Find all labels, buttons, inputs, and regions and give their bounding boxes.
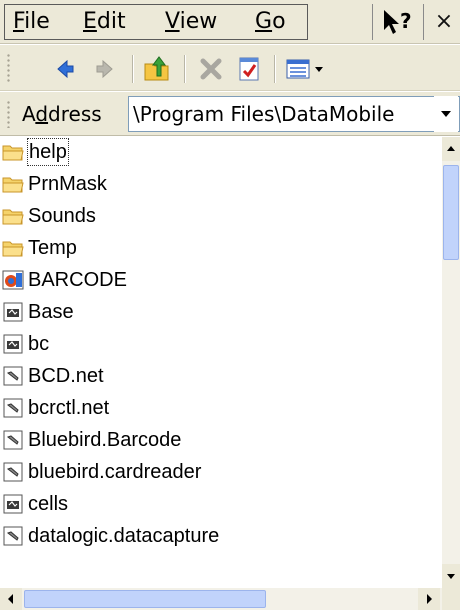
forward-arrow-icon (96, 59, 113, 79)
menu-edit[interactable]: Edit (83, 9, 126, 35)
menu-go[interactable]: Go (255, 9, 286, 35)
file-name: help (27, 138, 69, 166)
toolbar-separator (132, 55, 134, 83)
file-list[interactable]: help PrnMask Sounds Temp BARCODE Base bc BCD.ne… (0, 137, 442, 588)
context-help-button[interactable]: ? (372, 4, 424, 40)
scrollbar-corner (442, 588, 460, 610)
file-name: cells (28, 493, 69, 515)
vertical-scroll-thumb[interactable] (443, 165, 459, 260)
file-name: datalogic.datacapture (28, 525, 220, 547)
file-name: Base (28, 301, 74, 323)
file-name: BARCODE (28, 269, 127, 291)
file-list-item[interactable]: Temp (0, 233, 442, 263)
document-icon (2, 334, 24, 354)
file-list-item[interactable]: PrnMask (0, 169, 442, 199)
chevron-down-icon (447, 574, 455, 579)
view-menu-button[interactable] (284, 54, 330, 84)
folder-icon (2, 142, 24, 162)
forward-button[interactable] (90, 54, 120, 84)
up-folder-icon (144, 56, 169, 81)
horizontal-scrollbar[interactable] (0, 588, 442, 610)
horizontal-scroll-thumb[interactable] (24, 590, 266, 608)
folder-icon (2, 238, 24, 258)
file-list-item[interactable]: Bluebird.Barcode (0, 425, 442, 455)
delete-icon (200, 58, 222, 80)
file-list-item[interactable]: datalogic.datacapture (0, 521, 442, 551)
library-icon (2, 366, 24, 386)
properties-button[interactable] (234, 54, 264, 84)
file-list-item[interactable]: cells (0, 489, 442, 519)
library-icon (2, 526, 24, 546)
address-dropdown-button[interactable] (434, 96, 458, 132)
document-icon (2, 302, 24, 322)
file-list-item[interactable]: help (0, 137, 442, 167)
svg-text:?: ? (400, 9, 412, 33)
chevron-up-icon (447, 146, 455, 151)
file-list-item[interactable]: bluebird.cardreader (0, 457, 442, 487)
address-bar: Address \Program Files\DataMobile (0, 92, 460, 136)
scroll-up-button[interactable] (442, 137, 460, 161)
back-arrow-icon (57, 59, 74, 79)
file-name: Temp (28, 237, 77, 259)
file-name: bcrctl.net (28, 397, 110, 419)
folder-icon (2, 174, 24, 194)
file-name: Sounds (28, 205, 96, 227)
context-help-icon: ? (384, 9, 412, 34)
file-list-item[interactable]: bcrctl.net (0, 393, 442, 423)
menu-bar: File Edit View Go ? × (0, 0, 460, 44)
file-name: PrnMask (28, 173, 107, 195)
vertical-scrollbar[interactable] (442, 137, 460, 588)
back-button[interactable] (50, 54, 80, 84)
file-list-item[interactable]: Base (0, 297, 442, 327)
scroll-down-button[interactable] (442, 564, 460, 588)
menu-view[interactable]: View (165, 9, 217, 35)
properties-icon (239, 57, 259, 81)
library-icon (2, 430, 24, 450)
chevron-left-icon (8, 594, 13, 604)
chevron-right-icon (427, 594, 432, 604)
toolbar (0, 45, 460, 91)
scroll-left-button[interactable] (0, 588, 22, 610)
scroll-right-button[interactable] (418, 588, 440, 610)
file-list-item[interactable]: BARCODE (0, 265, 442, 295)
file-name: bc (28, 333, 50, 355)
toolbar-grip[interactable] (6, 53, 11, 83)
folder-icon (2, 206, 24, 226)
view-menu-icon (286, 59, 323, 79)
menu-group: File Edit View Go (4, 4, 308, 40)
file-name: Bluebird.Barcode (28, 429, 182, 451)
file-name: bluebird.cardreader (28, 461, 202, 483)
close-button[interactable]: × (430, 4, 458, 40)
up-folder-button[interactable] (142, 54, 172, 84)
file-list-item[interactable]: Sounds (0, 201, 442, 231)
address-input[interactable]: \Program Files\DataMobile (128, 96, 460, 132)
document-icon (2, 494, 24, 514)
toolbar-separator (274, 55, 276, 83)
address-grip[interactable] (6, 100, 11, 128)
chevron-down-icon (441, 111, 451, 117)
address-label: Address (22, 102, 102, 126)
library-icon (2, 398, 24, 418)
file-list-item[interactable]: bc (0, 329, 442, 359)
file-name: BCD.net (28, 365, 104, 387)
library-icon (2, 462, 24, 482)
application-icon (2, 270, 24, 290)
menu-file[interactable]: File (13, 9, 50, 35)
file-explorer-window: File Edit View Go ? × Address \Program F… (0, 0, 460, 610)
toolbar-separator (184, 55, 186, 83)
delete-button[interactable] (196, 54, 226, 84)
file-list-item[interactable]: BCD.net (0, 361, 442, 391)
